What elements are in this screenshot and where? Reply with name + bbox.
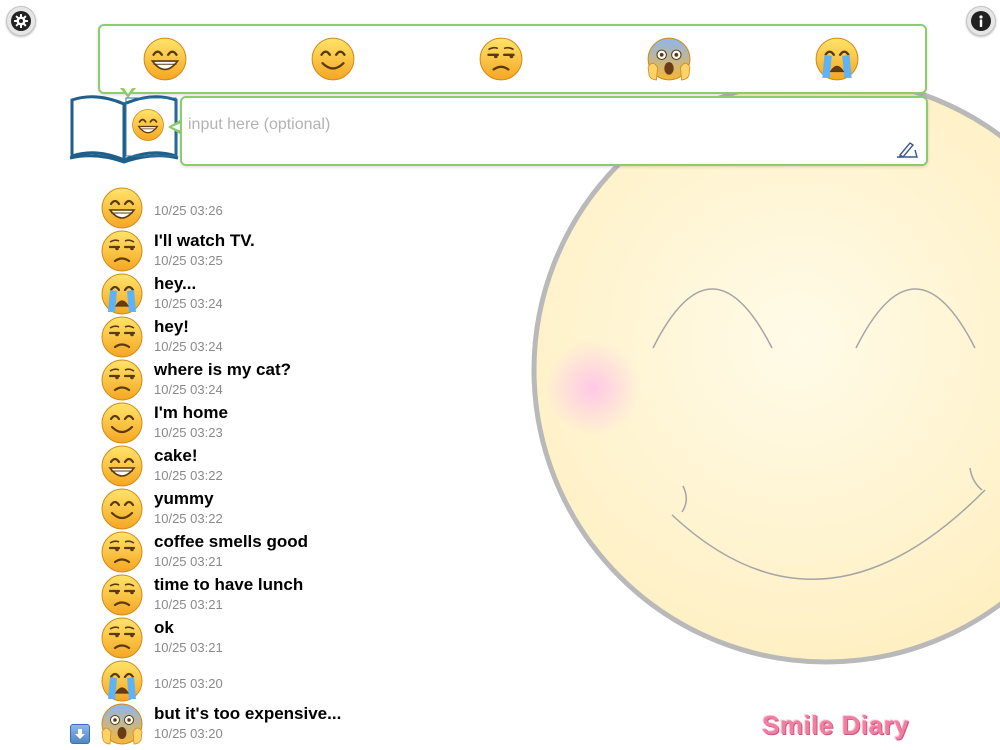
entry-timestamp: 10/25 03:21 <box>154 554 223 569</box>
info-icon <box>979 15 983 27</box>
entry-emoji-sob-icon <box>101 660 143 702</box>
entry-emoji-unamused-icon <box>101 230 143 272</box>
diary-entry[interactable]: hey... 10/25 03:24 <box>100 272 520 315</box>
diary-entry[interactable]: time to have lunch 10/25 03:21 <box>100 573 520 616</box>
diary-entry[interactable]: cake! 10/25 03:22 <box>100 444 520 487</box>
diary-entry[interactable]: yummy 10/25 03:22 <box>100 487 520 530</box>
entry-emoji-unamused-icon <box>101 359 143 401</box>
entry-timestamp: 10/25 03:24 <box>154 339 223 354</box>
entry-emoji-unamused-icon <box>101 617 143 659</box>
gear-icon <box>14 14 28 28</box>
entry-timestamp: 10/25 03:20 <box>154 726 223 741</box>
pen-icon[interactable] <box>894 140 920 160</box>
diary-entry[interactable]: 10/25 03:26 <box>100 186 520 229</box>
entry-emoji-unamused-icon <box>101 316 143 358</box>
app-title: Smile Diary <box>762 710 910 740</box>
diary-entry[interactable]: hey! 10/25 03:24 <box>100 315 520 358</box>
diary-entry[interactable]: 10/25 03:20 <box>100 659 520 702</box>
picker-emoji-sob[interactable] <box>814 36 860 82</box>
entry-text: yummy <box>154 489 214 508</box>
diary-entry[interactable]: where is my cat? 10/25 03:24 <box>100 358 520 401</box>
entry-timestamp: 10/25 03:22 <box>154 468 223 483</box>
entry-timestamp: 10/25 03:23 <box>154 425 223 440</box>
entry-timestamp: 10/25 03:21 <box>154 597 223 612</box>
entry-text: but it's too expensive... <box>154 704 342 723</box>
entry-emoji-unamused-icon <box>101 574 143 616</box>
entry-emoji-grin-icon <box>101 187 143 229</box>
entry-timestamp: 10/25 03:26 <box>154 203 223 218</box>
diary-entry-list: 10/25 03:26 I'll watch TV. 10/25 03:25 he… <box>100 186 520 745</box>
entry-text: where is my cat? <box>154 360 292 379</box>
diary-entry[interactable]: coffee smells good 10/25 03:21 <box>100 530 520 573</box>
entry-emoji-smile-icon <box>101 402 143 444</box>
entry-emoji-sob-icon <box>101 273 143 315</box>
diary-input-box <box>180 96 928 166</box>
arrow-down-icon <box>75 729 85 739</box>
entry-text: hey! <box>154 317 189 336</box>
entry-timestamp: 10/25 03:25 <box>154 253 223 268</box>
diary-entry[interactable]: but it's too expensive... 10/25 03:20 <box>100 702 520 745</box>
entry-text: I'm home <box>154 403 228 422</box>
entry-emoji-grin-icon <box>101 445 143 487</box>
settings-button[interactable] <box>6 6 36 36</box>
entry-emoji-smile-icon <box>101 488 143 530</box>
emoji-picker <box>98 24 927 94</box>
info-button[interactable] <box>966 6 996 36</box>
picker-emoji-smile[interactable] <box>310 36 356 82</box>
scroll-down-button[interactable] <box>70 724 90 744</box>
entry-timestamp: 10/25 03:24 <box>154 296 223 311</box>
entry-emoji-unamused-icon <box>101 531 143 573</box>
entry-text: ok <box>154 618 174 637</box>
picker-emoji-unamused[interactable] <box>478 36 524 82</box>
entry-text: I'll watch TV. <box>154 231 255 250</box>
entry-text: coffee smells good <box>154 532 308 551</box>
entry-timestamp: 10/25 03:21 <box>154 640 223 655</box>
entry-text: cake! <box>154 446 198 465</box>
entry-text: time to have lunch <box>154 575 304 594</box>
entry-timestamp: 10/25 03:20 <box>154 676 223 691</box>
entry-emoji-scream-icon <box>101 703 143 745</box>
picker-emoji-scream[interactable] <box>646 36 692 82</box>
entry-text: hey... <box>154 274 197 293</box>
diary-entry[interactable]: I'll watch TV. 10/25 03:25 <box>100 229 520 272</box>
diary-entry[interactable]: I'm home 10/25 03:23 <box>100 401 520 444</box>
diary-text-input[interactable] <box>186 112 870 138</box>
picker-emoji-grin[interactable] <box>142 36 188 82</box>
entry-timestamp: 10/25 03:24 <box>154 382 223 397</box>
current-emoji-icon[interactable] <box>131 108 165 142</box>
diary-entry[interactable]: ok 10/25 03:21 <box>100 616 520 659</box>
entry-timestamp: 10/25 03:22 <box>154 511 223 526</box>
